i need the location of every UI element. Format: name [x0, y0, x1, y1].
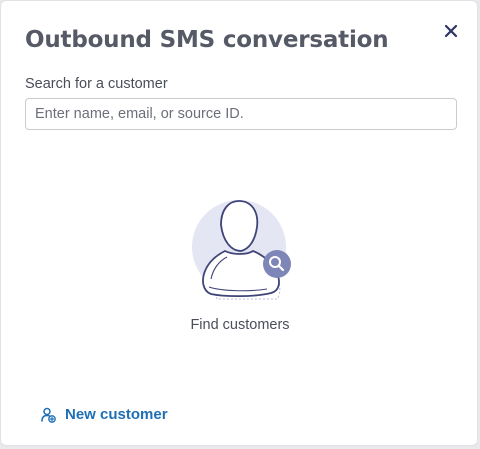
add-person-icon — [41, 407, 56, 423]
close-icon — [444, 24, 458, 38]
search-label: Search for a customer — [25, 76, 168, 92]
new-customer-button[interactable]: New customer — [41, 406, 168, 423]
person-search-illustration — [192, 200, 291, 300]
new-customer-label: New customer — [65, 406, 168, 423]
search-input[interactable] — [25, 98, 457, 130]
outbound-sms-dialog: Outbound SMS conversation Search for a c… — [0, 0, 478, 446]
dialog-title: Outbound SMS conversation — [25, 27, 389, 53]
find-customers-text: Find customers — [190, 317, 290, 333]
close-button[interactable] — [437, 19, 465, 43]
